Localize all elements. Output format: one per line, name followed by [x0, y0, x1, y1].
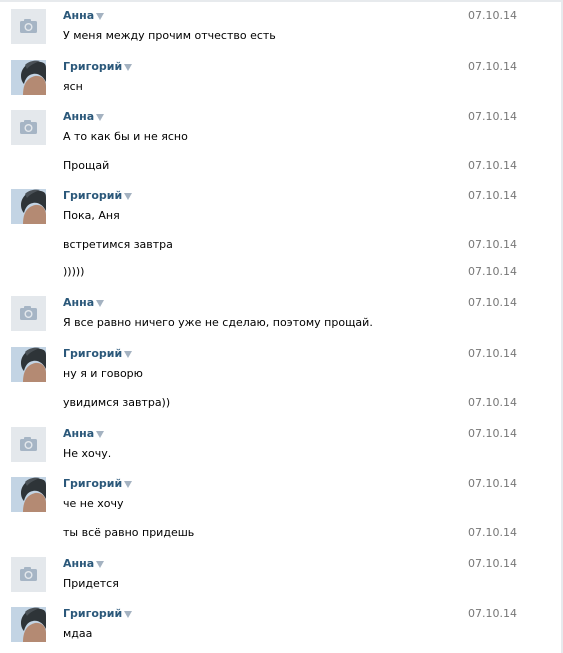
message-text: че не хочу: [63, 497, 124, 510]
message-text: ты всё равно придешь: [63, 526, 195, 539]
chevron-down-icon[interactable]: [96, 13, 104, 20]
chevron-down-icon[interactable]: [124, 193, 132, 200]
message-date[interactable]: 07.10.14: [468, 427, 517, 441]
message-date[interactable]: 07.10.14: [468, 159, 517, 173]
message-date[interactable]: 07.10.14: [468, 396, 517, 410]
author-name[interactable]: Григорий: [63, 189, 122, 203]
chevron-down-icon[interactable]: [96, 300, 104, 307]
message-text: ну я и говорю: [63, 367, 143, 380]
author-name[interactable]: Анна: [63, 427, 94, 441]
chevron-down-icon[interactable]: [124, 611, 132, 618]
message-text: Прощай: [63, 159, 110, 172]
message-date[interactable]: 07.10.14: [468, 296, 517, 310]
chevron-down-icon[interactable]: [124, 64, 132, 71]
camera-icon[interactable]: [11, 110, 46, 145]
message-date[interactable]: 07.10.14: [468, 189, 517, 203]
message-date[interactable]: 07.10.14: [468, 477, 517, 491]
author-name[interactable]: Анна: [63, 296, 94, 310]
message-date[interactable]: 07.10.14: [468, 526, 517, 540]
message-text: Я все равно ничего уже не сделаю, поэтом…: [63, 316, 373, 329]
chevron-down-icon[interactable]: [96, 114, 104, 121]
author-name[interactable]: Григорий: [63, 347, 122, 361]
message-text: А то как бы и не ясно: [63, 130, 188, 143]
message-text: Придется: [63, 577, 119, 590]
chevron-down-icon[interactable]: [96, 561, 104, 568]
author-name[interactable]: Анна: [63, 9, 94, 23]
message-date[interactable]: 07.10.14: [468, 60, 517, 74]
message-date[interactable]: 07.10.14: [468, 607, 517, 621]
message-date[interactable]: 07.10.14: [468, 347, 517, 361]
author-name[interactable]: Григорий: [63, 60, 122, 74]
message-text: Не хочу.: [63, 447, 112, 460]
camera-icon[interactable]: [11, 427, 46, 462]
message-text: Пока, Аня: [63, 209, 120, 222]
message-text: У меня между прочим отчество есть: [63, 29, 276, 42]
avatar[interactable]: [11, 189, 46, 224]
chevron-down-icon[interactable]: [124, 351, 132, 358]
camera-icon[interactable]: [11, 9, 46, 44]
camera-icon[interactable]: [11, 296, 46, 331]
message-text: ясн: [63, 80, 83, 93]
message-date[interactable]: 07.10.14: [468, 9, 517, 23]
message-date[interactable]: 07.10.14: [468, 557, 517, 571]
message-text: встретимся завтра: [63, 238, 173, 251]
avatar[interactable]: [11, 60, 46, 95]
message-date[interactable]: 07.10.14: [468, 265, 517, 279]
avatar[interactable]: [11, 477, 46, 512]
message-text: ))))): [63, 265, 85, 278]
author-name[interactable]: Анна: [63, 557, 94, 571]
message-date[interactable]: 07.10.14: [468, 110, 517, 124]
chevron-down-icon[interactable]: [124, 481, 132, 488]
message-text: мдаа: [63, 627, 93, 640]
message-date[interactable]: 07.10.14: [468, 238, 517, 252]
author-name[interactable]: Григорий: [63, 607, 122, 621]
author-name[interactable]: Григорий: [63, 477, 122, 491]
top-border: [0, 0, 563, 2]
avatar[interactable]: [11, 607, 46, 642]
avatar[interactable]: [11, 347, 46, 382]
camera-icon[interactable]: [11, 557, 46, 592]
message-text: увидимся завтра)): [63, 396, 171, 409]
author-name[interactable]: Анна: [63, 110, 94, 124]
chevron-down-icon[interactable]: [96, 431, 104, 438]
